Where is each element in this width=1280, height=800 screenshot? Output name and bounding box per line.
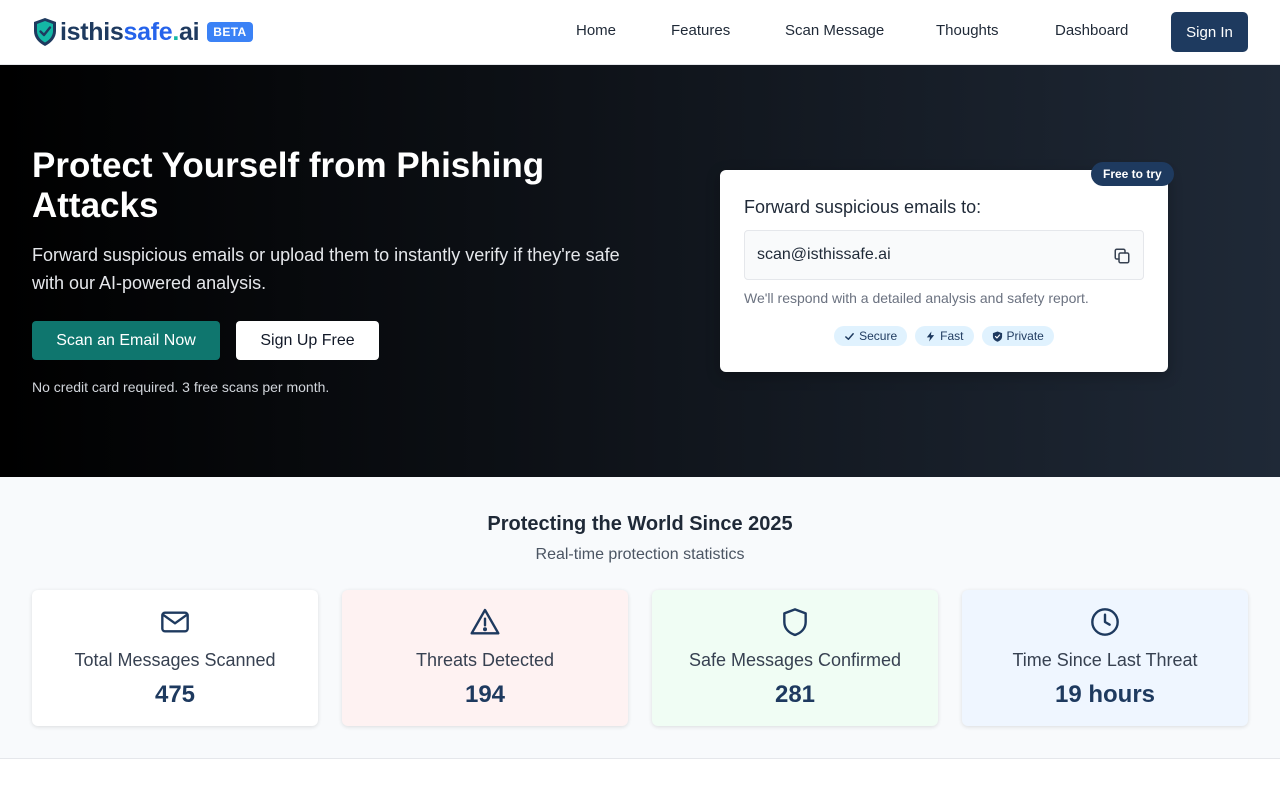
scan-email-button[interactable]: Scan an Email Now — [32, 321, 220, 360]
stat-label: Threats Detected — [415, 650, 555, 670]
card-note: We'll respond with a detailed analysis a… — [744, 290, 1089, 306]
shield-icon — [783, 608, 807, 637]
hero-subtitle: Forward suspicious emails or upload them… — [32, 245, 620, 293]
nav-features[interactable]: Features — [671, 22, 730, 39]
stat-label: Total Messages Scanned — [74, 650, 276, 670]
card-title: Forward suspicious emails to: — [744, 197, 982, 217]
stats-title: Protecting the World Since 2025 — [487, 513, 793, 535]
beta-badge: BETA — [207, 22, 253, 42]
shield-check-icon — [992, 330, 1002, 342]
copy-icon[interactable] — [1113, 247, 1131, 265]
stat-card-total-scanned: Total Messages Scanned 475 — [32, 590, 318, 726]
stat-value: 475 — [154, 681, 196, 708]
feature-chips: Secure Fast Private — [720, 326, 1168, 346]
nav-thoughts[interactable]: Thoughts — [936, 22, 999, 39]
forward-email-box: scan@isthissafe.ai — [744, 230, 1144, 280]
chip-secure: Secure — [834, 326, 908, 346]
chip-private: Private — [981, 326, 1054, 346]
stat-value: 19 hours — [1054, 681, 1156, 708]
stats-section: Protecting the World Since 2025 Real-tim… — [0, 477, 1280, 759]
sign-in-button[interactable]: Sign In — [1171, 12, 1248, 52]
nav-scan-message[interactable]: Scan Message — [785, 22, 884, 39]
forward-email-card: Forward suspicious emails to: scan@isthi… — [720, 170, 1168, 372]
logo[interactable]: isthissafe.ai BETA — [32, 16, 253, 48]
stat-card-last-threat: Time Since Last Threat 19 hours — [962, 590, 1248, 726]
stat-value: 281 — [774, 681, 816, 708]
stat-card-safe: Safe Messages Confirmed 281 — [652, 590, 938, 726]
sign-up-free-button[interactable]: Sign Up Free — [236, 321, 379, 360]
chip-fast: Fast — [915, 326, 974, 346]
nav-home[interactable]: Home — [576, 22, 616, 39]
free-to-try-badge: Free to try — [1091, 162, 1174, 186]
bolt-icon — [926, 330, 935, 342]
clock-icon — [1091, 608, 1119, 636]
hero-section: Protect Yourself from Phishing Attacks F… — [0, 65, 1280, 477]
hero-note: No credit card required. 3 free scans pe… — [32, 379, 330, 395]
stat-label: Time Since Last Threat — [1012, 650, 1198, 670]
envelope-icon — [161, 611, 189, 633]
nav-dashboard[interactable]: Dashboard — [1055, 22, 1128, 39]
forward-email-address[interactable]: scan@isthissafe.ai — [757, 246, 891, 264]
stat-card-threats: Threats Detected 194 — [342, 590, 628, 726]
shield-logo-icon — [34, 18, 56, 46]
stat-label: Safe Messages Confirmed — [688, 650, 902, 670]
stat-value: 194 — [464, 681, 506, 708]
top-navigation: isthissafe.ai BETA Home Features Scan Me… — [0, 0, 1280, 65]
warning-icon — [470, 608, 500, 635]
check-icon — [845, 332, 855, 340]
stats-subtitle: Real-time protection statistics — [535, 546, 745, 563]
hero-title: Protect Yourself from Phishing Attacks — [32, 146, 545, 225]
logo-text: isthissafe.ai — [60, 17, 200, 46]
